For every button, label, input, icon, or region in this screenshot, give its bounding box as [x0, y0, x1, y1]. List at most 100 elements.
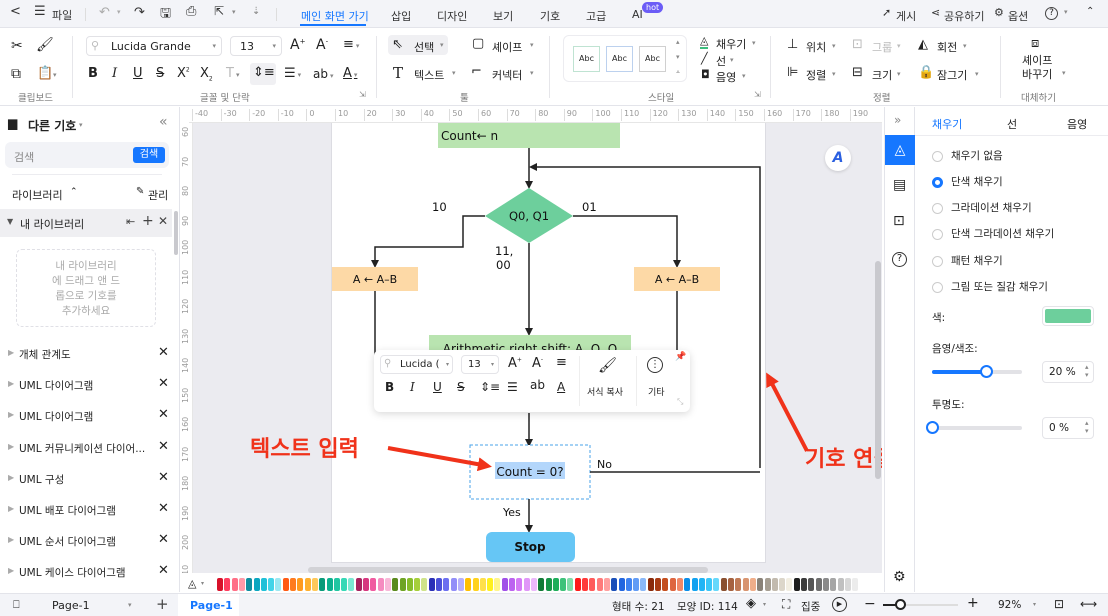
pin-icon[interactable]: 📌 [675, 352, 686, 362]
color-swatch[interactable] [684, 578, 691, 591]
tab-shadow[interactable]: 음영 [1067, 116, 1087, 132]
color-swatch[interactable] [552, 578, 559, 591]
help-icon[interactable]: ? [1045, 7, 1058, 20]
color-swatch[interactable] [275, 578, 282, 591]
bullet-list-icon[interactable]: ☰ [507, 380, 518, 394]
font-family-select[interactable]: ⚲ Lucida ( ▾ [380, 355, 453, 374]
page-properties-icon[interactable]: ▤ [893, 177, 906, 193]
text-effect-icon[interactable]: T ▾ [226, 66, 239, 81]
chevron-down-icon[interactable]: ▾ [79, 121, 83, 129]
strikethrough-icon[interactable]: S [156, 66, 164, 81]
help-dropdown-icon[interactable]: ▾ [1064, 8, 1068, 16]
collapse-icon[interactable]: ⌃ [70, 187, 78, 197]
more-button[interactable]: ⋮ 기타 [639, 354, 679, 404]
expand-panel-icon[interactable]: » [894, 113, 901, 127]
color-swatch[interactable] [589, 578, 596, 591]
collapse-ribbon-icon[interactable]: ⌃ [1086, 6, 1094, 17]
fit-width-icon[interactable]: ⟷ [1080, 597, 1097, 611]
color-swatch[interactable] [355, 578, 362, 591]
transparency-slider[interactable] [926, 421, 1022, 434]
library-item[interactable]: ▶ UML 순서 다이어그램 ✕ [0, 532, 180, 552]
manage-button[interactable]: 관리 [148, 187, 168, 203]
page-tab-active[interactable]: Page-1 [178, 594, 239, 616]
underline-icon[interactable]: U [133, 66, 143, 81]
color-swatch[interactable] [698, 578, 705, 591]
zoom-value[interactable]: 92% [998, 599, 1021, 611]
bold-icon[interactable]: B [88, 66, 98, 81]
layers-icon[interactable]: ◈ [746, 596, 756, 611]
copy-icon[interactable]: ⧉ [11, 66, 21, 82]
color-swatch[interactable] [676, 578, 683, 591]
color-swatch[interactable] [319, 578, 326, 591]
close-icon[interactable]: ✕ [158, 563, 169, 578]
undo-icon[interactable]: ↶ [99, 5, 110, 20]
connector-line[interactable] [573, 215, 681, 268]
library-item[interactable]: ▶ UML 다이어그램 ✕ [0, 376, 180, 396]
fill-option-none[interactable]: 채우기 없음 [932, 148, 1003, 163]
library-item[interactable]: ▶ UML 배포 다이어그램 ✕ [0, 501, 180, 521]
color-swatch[interactable] [268, 578, 275, 591]
text-tool-button[interactable]: 텍스트 [414, 67, 444, 83]
close-icon[interactable]: ✕ [158, 407, 169, 422]
rotate-button[interactable]: 회전 [937, 39, 957, 55]
color-swatch[interactable] [421, 578, 428, 591]
color-swatch[interactable] [779, 578, 786, 591]
color-swatch[interactable] [720, 578, 727, 591]
menu-icon[interactable]: ☰ [34, 4, 46, 19]
color-swatch[interactable] [377, 578, 384, 591]
connector-line[interactable] [371, 215, 485, 268]
tab-insert[interactable]: 삽입 [391, 8, 411, 24]
color-swatch[interactable] [494, 578, 501, 591]
ai-assistant-icon[interactable]: A [825, 145, 851, 171]
tab-advanced[interactable]: 고급 [586, 8, 606, 24]
increase-font-icon[interactable]: A+ [508, 356, 522, 371]
slider-thumb[interactable] [980, 365, 993, 378]
color-swatch[interactable] [808, 578, 815, 591]
focus-button[interactable]: 집중 [801, 599, 820, 614]
color-swatch[interactable] [713, 578, 720, 591]
zoom-slider[interactable] [883, 599, 958, 610]
color-swatch[interactable] [224, 578, 231, 591]
fit-page-icon[interactable]: ⊡ [1054, 597, 1064, 611]
color-swatch[interactable] [757, 578, 764, 591]
radio[interactable] [932, 255, 943, 267]
color-swatch[interactable] [246, 578, 253, 591]
fill-panel-tab[interactable]: ◬ [885, 135, 915, 165]
color-swatch[interactable] [735, 578, 742, 591]
color-swatch[interactable] [253, 578, 260, 591]
color-swatch[interactable] [633, 578, 640, 591]
color-swatch[interactable] [603, 578, 610, 591]
color-swatch[interactable] [341, 578, 348, 591]
presentation-icon[interactable]: ⊡ [893, 213, 905, 229]
horizontal-scrollbar[interactable] [308, 567, 708, 573]
print-icon[interactable]: ⎙ [186, 4, 196, 19]
color-swatch[interactable] [582, 578, 588, 591]
stepper-icon[interactable]: ▴ ▾ [1085, 363, 1089, 379]
library-item[interactable]: ▶ UML 케이스 다이어그램 ✕ [0, 563, 180, 583]
export-icon[interactable]: ⇱ [214, 4, 224, 18]
tab-fill[interactable]: 채우기 [932, 116, 962, 132]
zoom-out-icon[interactable]: − [864, 596, 876, 612]
shade-slider[interactable] [932, 365, 1022, 378]
add-icon[interactable]: + [142, 213, 154, 229]
color-swatch[interactable] [304, 578, 311, 591]
align-button[interactable]: 정렬 [806, 67, 826, 83]
style-sample[interactable]: Abc [606, 46, 633, 72]
color-swatch[interactable] [333, 578, 340, 591]
close-icon[interactable]: ✕ [158, 532, 169, 547]
font-color-icon[interactable]: A [557, 380, 565, 394]
fill-button[interactable]: 채우기 [716, 36, 746, 52]
tab-line[interactable]: 선 [1007, 116, 1017, 132]
fill-bucket-icon[interactable]: ◬ [188, 577, 196, 590]
style-sample[interactable]: Abc [639, 46, 666, 72]
file-menu[interactable]: 파일 [52, 7, 72, 23]
drawing-canvas[interactable]: Count← n Q0, Q1 10 01 11, 00 A ← A–B A ←… [193, 123, 882, 573]
underline-icon[interactable]: U [433, 380, 442, 394]
align-icon[interactable]: ≡ [556, 355, 567, 370]
color-swatch[interactable] [771, 578, 778, 591]
library-label[interactable]: 라이브러리 [12, 187, 63, 203]
undo-dropdown-icon[interactable]: ▾ [117, 8, 121, 16]
tab-ai[interactable]: AI [632, 8, 643, 21]
color-swatch[interactable] [822, 578, 829, 591]
close-icon[interactable]: ✕ [158, 376, 169, 391]
